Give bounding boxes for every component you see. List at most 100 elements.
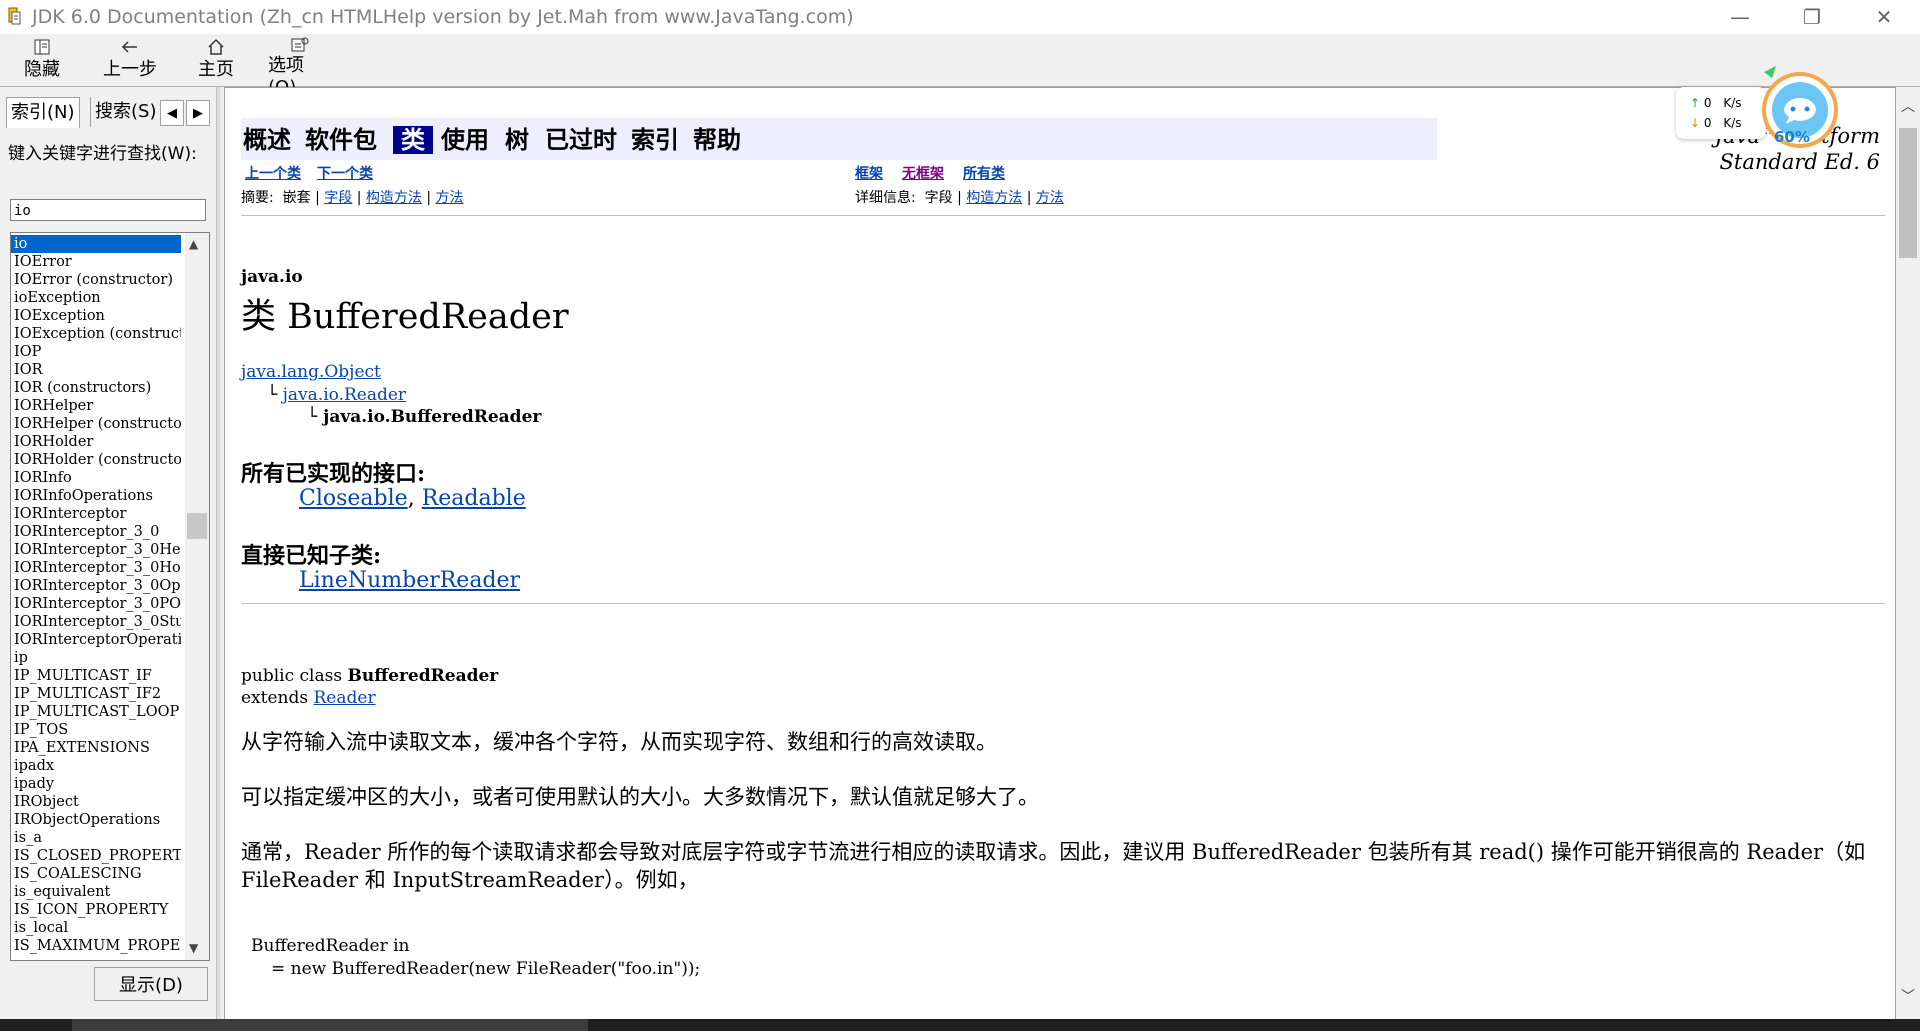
all-classes-link[interactable]: 所有类 [963,163,1005,183]
index-list-item[interactable]: IORInterceptorOperations [11,631,181,649]
index-list-item[interactable]: IORInterceptor [11,505,181,523]
index-list-item[interactable]: IOR [11,361,181,379]
home-button[interactable]: 主页 [196,36,236,84]
doc-scroll-thumb[interactable] [1899,128,1917,258]
tab-index[interactable]: 索引(N) [6,97,80,128]
tab-scroll-left-icon[interactable]: ◀ [160,100,184,126]
index-list-item[interactable]: IOR (constructors) [11,379,181,397]
index-list-item[interactable]: IS_COALESCING [11,865,181,883]
index-list-item[interactable]: IOException (constructors) [11,325,181,343]
subclasses-list: LineNumberReader [299,568,520,593]
index-list-item[interactable]: IP_MULTICAST_IF2 [11,685,181,703]
index-list-item[interactable]: IORInterceptor_3_0 [11,523,181,541]
nav-overview[interactable]: 概述 [243,126,291,154]
scroll-down-icon[interactable]: ▼ [189,941,198,955]
options-button[interactable]: 选项(O) [268,36,332,98]
prev-class-link[interactable]: 上一个类 [245,163,301,183]
nav-deprecated[interactable]: 已过时 [545,126,617,154]
index-list-item[interactable]: is_equivalent [11,883,181,901]
accelerator-ball-widget[interactable]: 60% [1754,62,1846,154]
summary-method-link[interactable]: 方法 [436,190,464,206]
class-title: 类 BufferedReader [241,297,569,337]
index-list-item[interactable]: ipadx [11,757,181,775]
index-list-item[interactable]: ip [11,649,181,667]
index-list-item[interactable]: IORInterceptor_3_0Holder [11,559,181,577]
tab-scroll-right-icon[interactable]: ▶ [186,100,210,126]
index-list-item[interactable]: IORHolder (constructors) [11,451,181,469]
extends-declaration: extends Reader [241,688,376,708]
restore-button[interactable]: ❐ [1784,0,1840,34]
class-declaration: public class BufferedReader [241,666,498,686]
index-list-item[interactable]: ioException [11,289,181,307]
index-list-item[interactable]: IOException [11,307,181,325]
keyword-input[interactable]: io [10,199,206,221]
index-list-item[interactable]: IORInterceptor_3_0Stub [11,613,181,631]
index-list-item[interactable]: IP_MULTICAST_IF [11,667,181,685]
index-list-item[interactable]: IS_ICON_PROPERTY [11,901,181,919]
nav-help[interactable]: 帮助 [693,126,741,154]
index-list-item[interactable]: IPA_EXTENSIONS [11,739,181,757]
hide-icon [31,36,53,58]
tree-mid-link[interactable]: java.io.Reader [283,385,406,405]
index-list-item[interactable]: IORHolder [11,433,181,451]
doc-scroll-down-icon[interactable]: ﹀ [1896,984,1920,1008]
nav-package[interactable]: 软件包 [305,126,377,154]
hide-button[interactable]: 隐藏 [22,36,62,84]
index-list-item[interactable]: ipady [11,775,181,793]
index-list-item[interactable]: IORInterceptor_3_0Helper [11,541,181,559]
readable-link[interactable]: Readable [422,486,526,511]
index-list-item[interactable]: IORInterceptor_3_0POA [11,595,181,613]
keyword-label: 键入关键字进行查找(W): [8,144,197,164]
index-items: io IOError IOError (constructor) ioExceptio… [11,235,181,955]
extends-reader-link[interactable]: Reader [314,688,376,708]
tab-search[interactable]: 搜索(S) [90,97,160,127]
nav-use[interactable]: 使用 [441,126,489,154]
index-list-item[interactable]: IORHelper (constructors) [11,415,181,433]
index-list-item[interactable]: IP_TOS [11,721,181,739]
detail-constructor-link[interactable]: 构造方法 [966,190,1022,206]
doc-scroll-up-icon[interactable]: ︿ [1896,94,1920,118]
index-list-item[interactable]: IRObjectOperations [11,811,181,829]
detail-method-link[interactable]: 方法 [1036,190,1064,206]
index-list-item[interactable]: IOP [11,343,181,361]
index-list-scrollbar[interactable]: ▲ ▼ [185,233,209,960]
index-list-item[interactable]: IS_MAXIMUM_PROPERTY [11,937,181,955]
minimize-button[interactable]: — [1712,0,1768,34]
frames-link[interactable]: 框架 [855,163,883,183]
summary-field-link[interactable]: 字段 [324,190,352,206]
code-line-2: = new BufferedReader(new FileReader("foo… [271,959,701,979]
index-list-item[interactable]: IORInfoOperations [11,487,181,505]
extends-prefix: extends [241,688,314,708]
document-scrollbar[interactable]: ︿ ﹀ [1896,88,1920,1020]
index-list-item[interactable]: IOError [11,253,181,271]
pane-splitter[interactable] [216,87,221,1019]
display-button[interactable]: 显示(D) [94,967,208,1001]
index-list-item[interactable]: io [11,235,181,253]
index-list-item[interactable]: is_local [11,919,181,937]
summary-constructor-link[interactable]: 构造方法 [366,190,422,206]
no-frames-link[interactable]: 无框架 [902,163,944,183]
index-list-item[interactable]: is_a [11,829,181,847]
divider-top [241,215,1885,216]
download-value: 0 [1703,116,1712,130]
index-list-item[interactable]: IORHelper [11,397,181,415]
scroll-up-icon[interactable]: ▲ [189,237,198,251]
close-button[interactable]: ✕ [1856,0,1912,34]
nav-index[interactable]: 索引 [631,126,679,154]
index-list[interactable]: io IOError IOError (constructor) ioExceptio… [10,232,210,961]
index-list-item[interactable]: IS_CLOSED_PROPERTY [11,847,181,865]
index-scroll-thumb[interactable] [187,513,207,539]
index-list-item[interactable]: IOError (constructor) [11,271,181,289]
next-class-link[interactable]: 下一个类 [317,163,373,183]
linenumberreader-link[interactable]: LineNumberReader [299,568,520,593]
closeable-link[interactable]: Closeable [299,486,408,511]
index-list-item[interactable]: IORInfo [11,469,181,487]
upload-arrow-icon: ↑ [1690,96,1701,110]
tree-root-link[interactable]: java.lang.Object [241,362,381,382]
index-list-item[interactable]: IORInterceptor_3_0Operations [11,577,181,595]
index-list-item[interactable]: IP_MULTICAST_LOOP [11,703,181,721]
index-list-item[interactable]: IRObject [11,793,181,811]
nav-tree[interactable]: 树 [505,126,529,154]
upload-value: 0 [1703,96,1712,110]
back-button[interactable]: 上一步 [100,36,160,84]
